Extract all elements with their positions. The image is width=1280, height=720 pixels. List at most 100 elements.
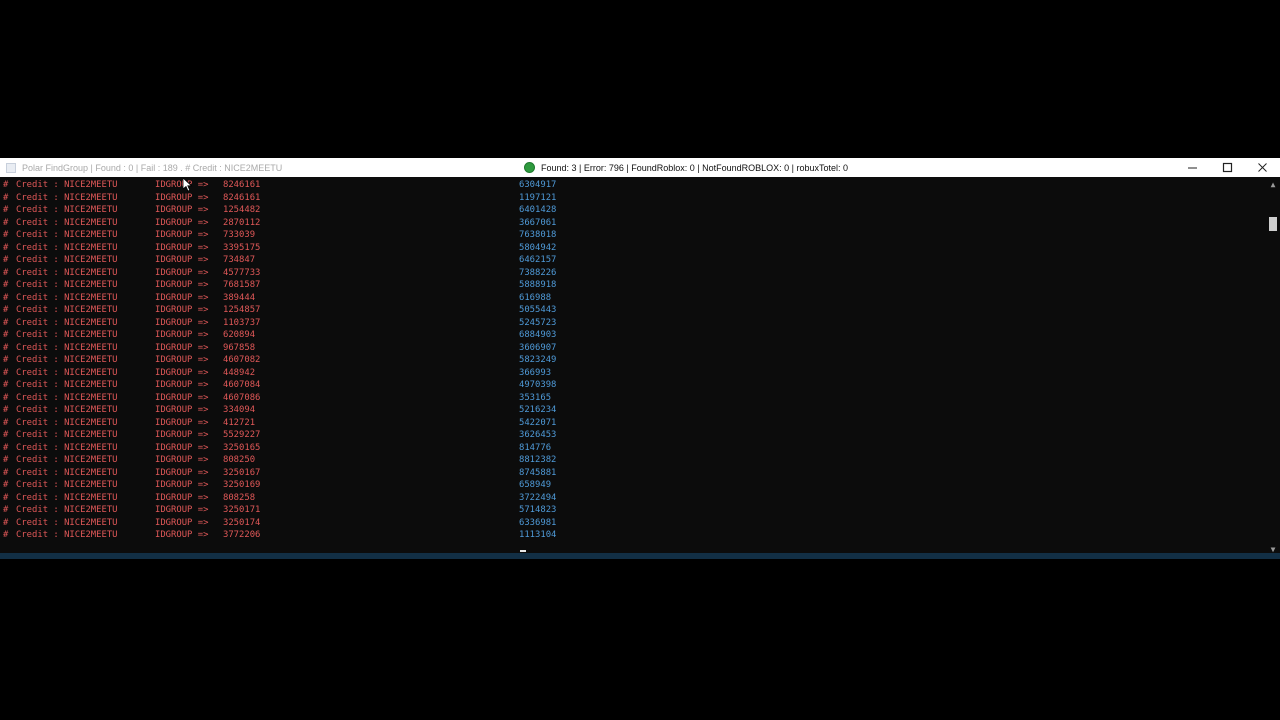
log-line: # Credit : NICE2MEETU IDGROUP => 1103737 xyxy=(3,317,518,330)
hash-mark: # xyxy=(3,367,9,378)
green-circle-icon xyxy=(524,162,535,173)
id-line: 3722494 xyxy=(519,492,557,503)
idgroup-label: IDGROUP => xyxy=(155,505,214,515)
log-line: # Credit : NICE2MEETU IDGROUP => 733039 xyxy=(3,229,518,242)
credit-text: Credit : NICE2MEETU xyxy=(16,405,118,415)
text-cursor xyxy=(520,550,526,552)
hash-mark: # xyxy=(3,530,9,540)
right-title-bar[interactable]: Found: 3 | Error: 796 | FoundRoblox: 0 |… xyxy=(518,158,1280,177)
maximize-icon xyxy=(1222,162,1233,173)
hash-mark: # xyxy=(3,317,9,328)
id-line: 366993 xyxy=(519,367,552,378)
hash-mark: # xyxy=(3,305,9,315)
idgroup-label: IDGROUP => xyxy=(155,292,214,303)
minimize-icon xyxy=(1188,167,1197,169)
id-line: 3667061 xyxy=(519,217,557,228)
credit-text: Credit : NICE2MEETU xyxy=(16,505,118,515)
idgroup-label: IDGROUP => xyxy=(155,330,214,340)
left-window-title: Polar FindGroup | Found : 0 | Fail : 189… xyxy=(22,162,283,173)
group-id-value: 3772206 xyxy=(223,530,261,540)
hash-mark: # xyxy=(3,417,9,428)
hash-mark: # xyxy=(3,230,9,240)
credit-text: Credit : NICE2MEETU xyxy=(16,192,118,203)
idgroup-label: IDGROUP => xyxy=(155,217,214,228)
scroll-up-arrow-icon[interactable]: ▲ xyxy=(1266,179,1280,191)
left-title-bar[interactable]: Polar FindGroup | Found : 0 | Fail : 189… xyxy=(0,158,518,177)
id-line: 5245723 xyxy=(519,317,557,328)
scrollbar-thumb[interactable] xyxy=(1269,217,1277,231)
group-id-value: 4607082 xyxy=(223,355,261,365)
credit-text: Credit : NICE2MEETU xyxy=(16,455,118,465)
credit-text: Credit : NICE2MEETU xyxy=(16,442,118,453)
close-button[interactable] xyxy=(1245,158,1280,177)
group-id-value: 389444 xyxy=(223,292,256,303)
id-line: 6401428 xyxy=(519,205,557,215)
group-id-value: 8246161 xyxy=(223,180,261,190)
log-line: # Credit : NICE2MEETU IDGROUP => 334094 xyxy=(3,404,518,417)
idgroup-label: IDGROUP => xyxy=(155,430,214,440)
hash-mark: # xyxy=(3,430,9,440)
credit-text: Credit : NICE2MEETU xyxy=(16,305,118,315)
group-id-value: 412721 xyxy=(223,417,256,428)
right-console-output: 6304917 1197121 6401428 3667061 7638018 58049… xyxy=(518,179,1280,558)
credit-text: Credit : NICE2MEETU xyxy=(16,492,118,503)
hash-mark: # xyxy=(3,280,9,290)
log-line: # Credit : NICE2MEETU IDGROUP => 4607086 xyxy=(3,392,518,405)
id-line: 3606907 xyxy=(519,342,557,353)
id-line: 8812382 xyxy=(519,455,557,465)
idgroup-label: IDGROUP => xyxy=(155,492,214,503)
id-line: 6304917 xyxy=(519,180,557,190)
credit-text: Credit : NICE2MEETU xyxy=(16,280,118,290)
left-console-window: Polar FindGroup | Found : 0 | Fail : 189… xyxy=(0,158,518,558)
log-line: # Credit : NICE2MEETU IDGROUP => 4577733 xyxy=(3,267,518,280)
group-id-value: 7681587 xyxy=(223,280,261,290)
idgroup-label: IDGROUP => xyxy=(155,205,214,215)
credit-text: Credit : NICE2MEETU xyxy=(16,180,118,190)
left-console-output: # Credit : NICE2MEETU IDGROUP => 8246161 # C… xyxy=(0,179,518,558)
minimize-button[interactable] xyxy=(1175,158,1210,177)
close-icon xyxy=(1258,163,1267,172)
id-line: 4970398 xyxy=(519,380,557,390)
idgroup-label: IDGROUP => xyxy=(155,242,214,253)
credit-text: Credit : NICE2MEETU xyxy=(16,217,118,228)
idgroup-label: IDGROUP => xyxy=(155,392,214,403)
group-id-value: 3250171 xyxy=(223,505,261,515)
idgroup-label: IDGROUP => xyxy=(155,355,214,365)
group-id-value: 620894 xyxy=(223,330,256,340)
credit-text: Credit : NICE2MEETU xyxy=(16,342,118,353)
hash-mark: # xyxy=(3,192,9,203)
group-id-value: 4607086 xyxy=(223,392,261,403)
id-line: 353165 xyxy=(519,392,552,403)
log-line: # Credit : NICE2MEETU IDGROUP => 7681587 xyxy=(3,279,518,292)
maximize-button[interactable] xyxy=(1210,158,1245,177)
log-line: # Credit : NICE2MEETU IDGROUP => 412721 xyxy=(3,417,518,430)
log-line: # Credit : NICE2MEETU IDGROUP => 3395175 xyxy=(3,242,518,255)
group-id-value: 3250167 xyxy=(223,467,261,478)
idgroup-label: IDGROUP => xyxy=(155,317,214,328)
idgroup-label: IDGROUP => xyxy=(155,417,214,428)
id-line: 5055443 xyxy=(519,305,557,315)
credit-text: Credit : NICE2MEETU xyxy=(16,367,118,378)
idgroup-label: IDGROUP => xyxy=(155,455,214,465)
id-line: 6884903 xyxy=(519,330,557,340)
group-id-value: 1103737 xyxy=(223,317,261,328)
log-line: # Credit : NICE2MEETU IDGROUP => 1254857 xyxy=(3,304,518,317)
hash-mark: # xyxy=(3,242,9,253)
id-line: 5422071 xyxy=(519,417,557,428)
console-icon xyxy=(6,162,16,173)
idgroup-label: IDGROUP => xyxy=(155,342,214,353)
credit-text: Credit : NICE2MEETU xyxy=(16,517,118,528)
log-line: # Credit : NICE2MEETU IDGROUP => 734847 xyxy=(3,254,518,267)
credit-text: Credit : NICE2MEETU xyxy=(16,392,118,403)
group-id-value: 808250 xyxy=(223,455,256,465)
id-line: 6336981 xyxy=(519,517,557,528)
hash-mark: # xyxy=(3,505,9,515)
log-line: # Credit : NICE2MEETU IDGROUP => 8246161 xyxy=(3,179,518,192)
idgroup-label: IDGROUP => xyxy=(155,442,214,453)
idgroup-label: IDGROUP => xyxy=(155,230,214,240)
log-line: # Credit : NICE2MEETU IDGROUP => 5529227 xyxy=(3,429,518,442)
id-line: 1113104 xyxy=(519,530,557,540)
vertical-scrollbar[interactable]: ▲ ▼ xyxy=(1266,177,1280,558)
credit-text: Credit : NICE2MEETU xyxy=(16,230,118,240)
credit-text: Credit : NICE2MEETU xyxy=(16,417,118,428)
